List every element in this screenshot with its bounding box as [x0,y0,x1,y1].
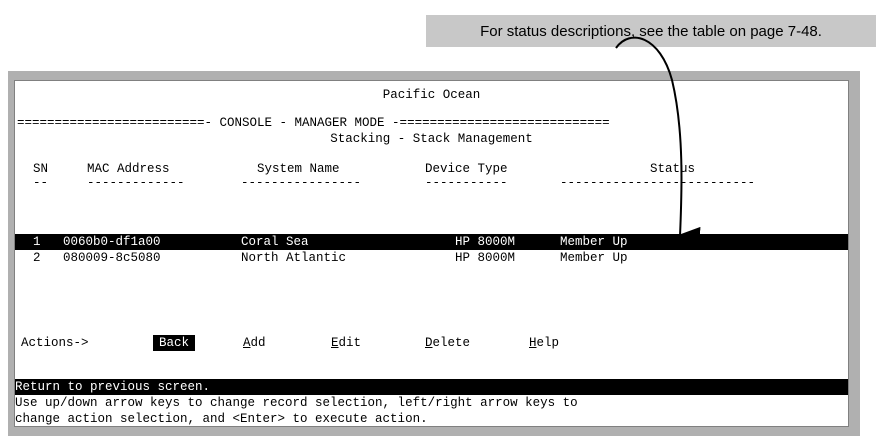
col-underline-sn: -- [33,176,49,190]
add-hotkey: A [243,336,251,350]
delete-hotkey: D [425,336,433,350]
help-label-rest: elp [536,336,560,350]
row-1-status: Member Up [560,235,628,249]
help-line-2: change action selection, and <Enter> to … [15,412,428,426]
col-underline-device-type: ----------- [425,176,508,190]
col-underline-system-name: ---------------- [241,176,362,190]
add-button[interactable]: Add [243,335,266,351]
add-label-rest: dd [250,336,266,350]
row-2-status: Member Up [560,251,628,265]
help-button[interactable]: Help [529,335,559,351]
status-callout: For status descriptions, see the table o… [426,15,876,47]
row-1-sn: 1 [33,235,41,249]
help-hotkey: H [529,336,537,350]
edit-button[interactable]: Edit [331,335,361,351]
row-1-system-name: Coral Sea [241,235,309,249]
row-1-device-type: HP 8000M [455,235,516,249]
back-button[interactable]: Back [153,335,196,351]
console-banner: =========================- CONSOLE - MAN… [17,116,610,130]
row-2-sn[interactable]: 2 [33,250,41,266]
screen-title: Stacking - Stack Management [330,132,533,146]
edit-label-rest: dit [338,336,362,350]
status-line: Return to previous screen. [15,380,211,394]
row-2-device-type: HP 8000M [455,251,516,265]
row-1-mac: 0060b0-df1a00 [63,235,161,249]
actions-label: Actions-> [21,336,89,350]
delete-button[interactable]: Delete [425,335,470,351]
col-underline-mac: ------------- [87,176,185,190]
col-underline-status: -------------------------- [560,176,756,190]
row-2-mac: 080009-8c5080 [63,251,161,265]
delete-label-rest: elete [432,336,471,350]
terminal-screen: Pacific Ocean =========================-… [14,80,849,427]
help-line-1: Use up/down arrow keys to change record … [15,396,578,410]
row-2-system-name: North Atlantic [241,251,347,265]
edit-hotkey: E [331,336,339,350]
system-name: Pacific Ocean [382,88,481,102]
